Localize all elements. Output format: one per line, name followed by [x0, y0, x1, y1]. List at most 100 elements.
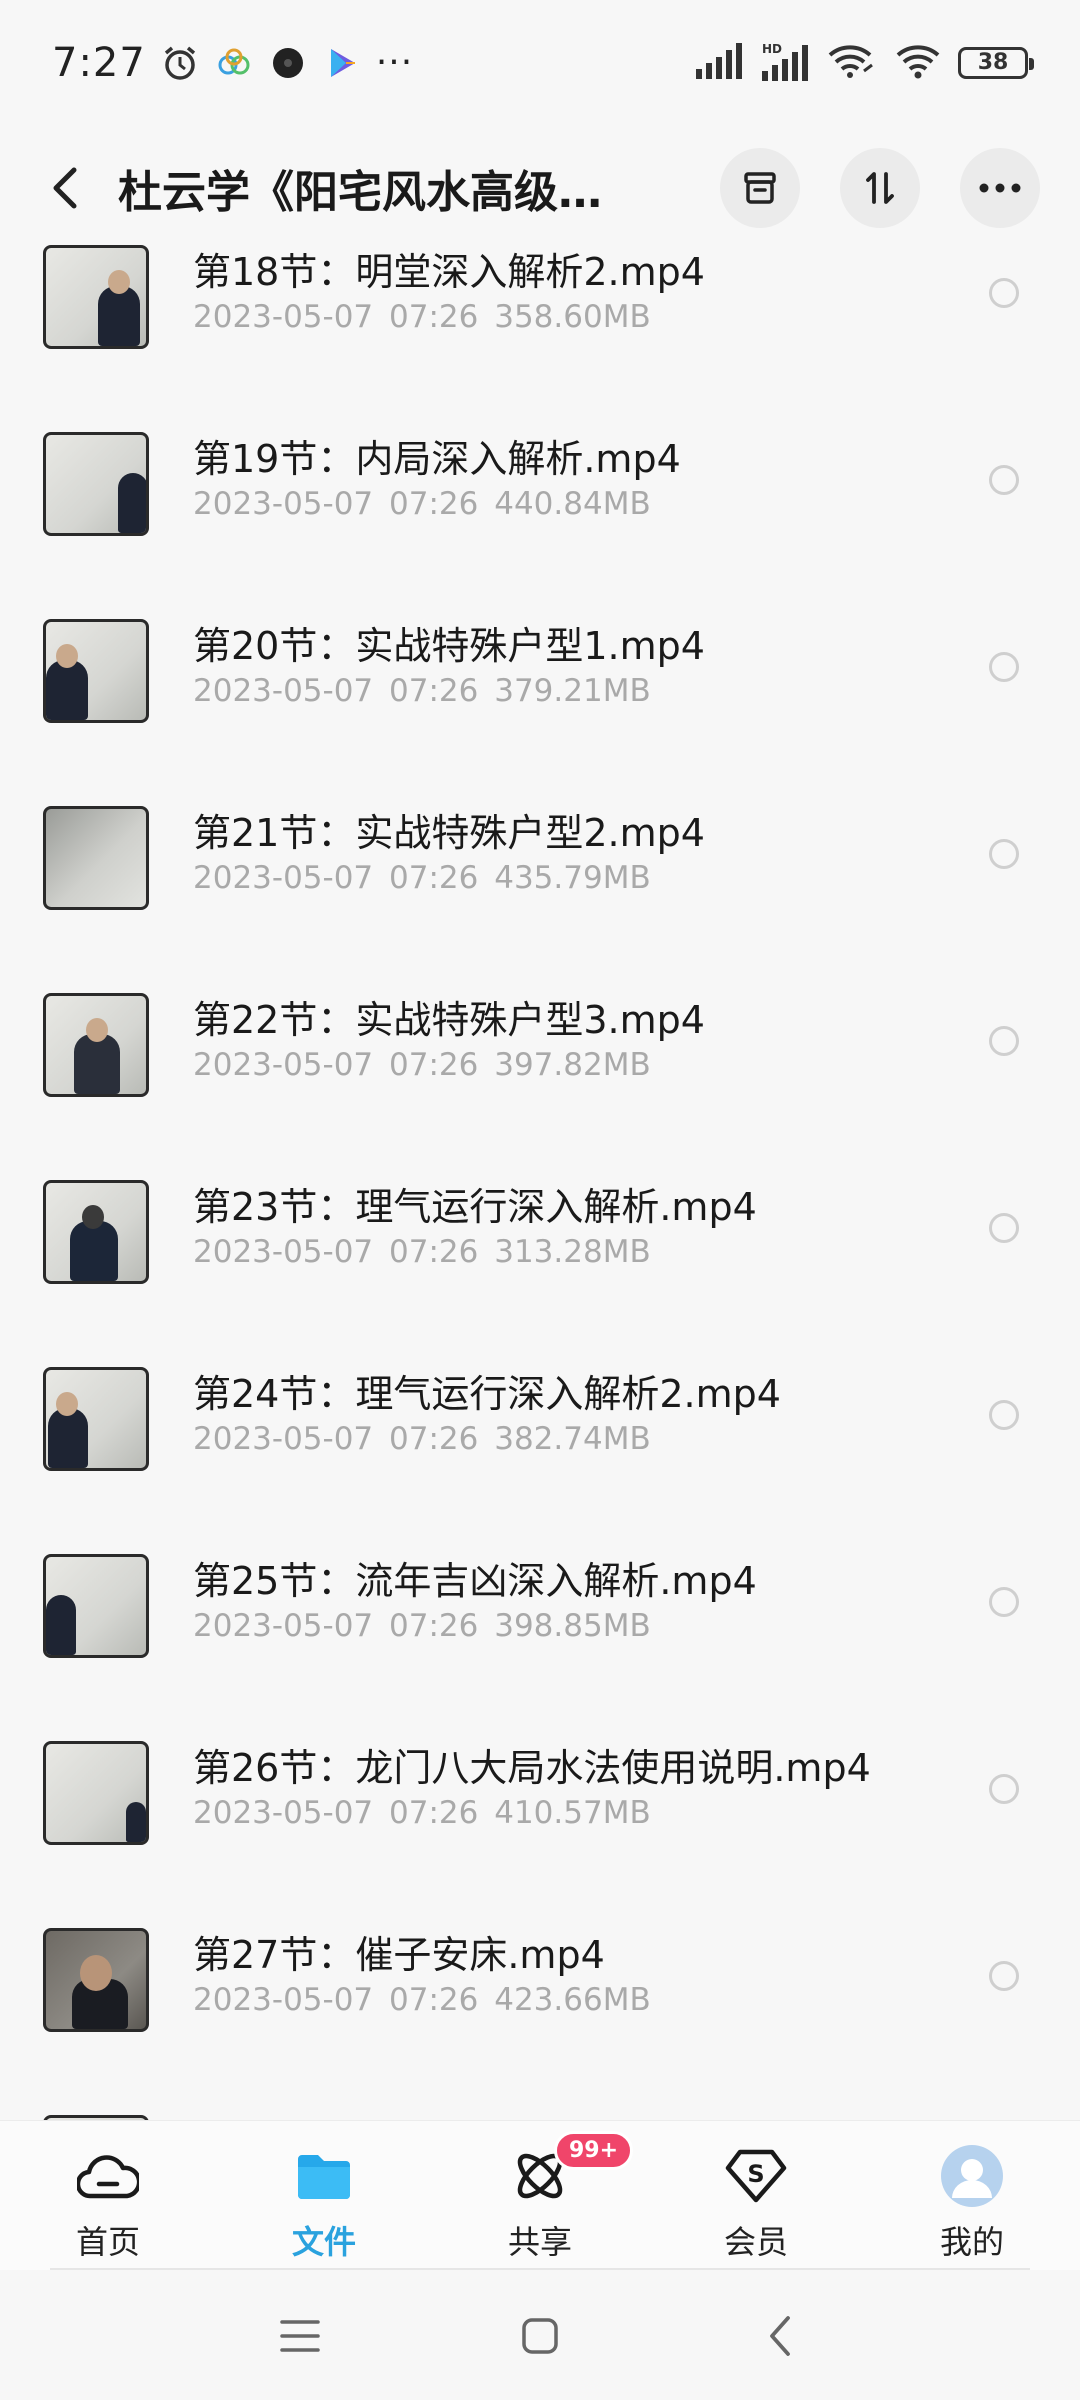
app-icon-2: [268, 43, 308, 83]
file-row-partial[interactable]: [0, 2105, 1080, 2120]
file-name: 第24节：理气运行深入解析2.mp4: [193, 1372, 781, 1416]
back-button[interactable]: [40, 158, 90, 218]
svg-text:S: S: [747, 2160, 764, 2188]
file-row[interactable]: 第19节：内局深入解析.mp4 2023-05-07 07:26 440.84M…: [0, 422, 1080, 609]
select-checkbox[interactable]: [989, 1774, 1019, 1804]
file-meta: 2023-05-07 07:26 423.66MB: [193, 1982, 651, 2018]
file-row[interactable]: 第22节：实战特殊户型3.mp4 2023-05-07 07:26 397.82…: [0, 983, 1080, 1170]
svg-text:HD: HD: [762, 42, 782, 56]
status-more: ···: [375, 42, 414, 83]
file-meta: 2023-05-07 07:26 397.82MB: [193, 1047, 651, 1083]
page-title: 杜云学《阳宅风水高级…: [118, 166, 602, 218]
video-thumbnail: [43, 1741, 149, 1845]
select-checkbox[interactable]: [989, 1961, 1019, 1991]
file-name: 第23节：理气运行深入解析.mp4: [193, 1185, 757, 1229]
wifi-icon: [894, 41, 942, 85]
nav-mine-label: 我的: [939, 2223, 1004, 2261]
nav-divider: [50, 2268, 1030, 2270]
more-icon: [979, 183, 1021, 192]
file-row[interactable]: 第23节：理气运行深入解析.mp4 2023-05-07 07:26 313.2…: [0, 1170, 1080, 1357]
alarm-icon: [160, 43, 200, 83]
file-meta: 2023-05-07 07:26 435.79MB: [193, 860, 651, 896]
file-row[interactable]: 第24节：理气运行深入解析2.mp4 2023-05-07 07:26 382.…: [0, 1357, 1080, 1544]
file-name: 第26节：龙门八大局水法使用说明.mp4: [193, 1746, 871, 1790]
cloud-home-icon: [75, 2143, 141, 2209]
battery-icon: 38: [958, 46, 1034, 79]
video-thumbnail: [43, 432, 149, 536]
file-name: 第21节：实战特殊户型2.mp4: [193, 811, 705, 855]
file-name: 第27节：催子安床.mp4: [193, 1933, 605, 1977]
avatar-icon: [939, 2143, 1005, 2209]
status-time: 7:27: [52, 39, 146, 86]
file-meta: 2023-05-07 07:26 440.84MB: [193, 486, 651, 522]
video-thumbnail: [43, 993, 149, 1097]
file-row[interactable]: 第27节：催子安床.mp4 2023-05-07 07:26 423.66MB: [0, 1918, 1080, 2105]
home-button[interactable]: [510, 2306, 570, 2366]
video-thumbnail: [43, 1928, 149, 2032]
video-thumbnail: [43, 619, 149, 723]
video-thumbnail: [43, 1554, 149, 1658]
app-icon-1: [214, 43, 254, 83]
file-row[interactable]: 第21节：实战特殊户型2.mp4 2023-05-07 07:26 435.79…: [0, 796, 1080, 983]
file-meta: 2023-05-07 07:26 410.57MB: [193, 1795, 651, 1831]
file-name: 第25节：流年吉凶深入解析.mp4: [193, 1559, 757, 1603]
back-arrow-icon: [53, 167, 77, 208]
folder-icon: [291, 2143, 357, 2209]
file-list: 第18节：明堂深入解析2.mp4 2023-05-07 07:26 358.60…: [0, 235, 1080, 2120]
signal-icon: [694, 42, 744, 83]
system-nav-bar: [0, 2272, 1080, 2400]
recent-apps-button[interactable]: [270, 2306, 330, 2366]
file-row[interactable]: 第18节：明堂深入解析2.mp4 2023-05-07 07:26 358.60…: [0, 235, 1080, 422]
select-checkbox[interactable]: [989, 652, 1019, 682]
more-button[interactable]: [960, 147, 1040, 228]
file-meta: 2023-05-07 07:26 382.74MB: [193, 1421, 651, 1457]
hd-signal-icon: HD: [760, 41, 810, 85]
file-name: 第19节：内局深入解析.mp4: [193, 437, 681, 481]
file-name: 第22节：实战特殊户型3.mp4: [193, 998, 705, 1042]
file-meta: 2023-05-07 07:26 358.60MB: [193, 299, 651, 335]
select-checkbox[interactable]: [989, 839, 1019, 869]
system-back-button[interactable]: [750, 2306, 810, 2366]
header-bar: 杜云学《阳宅风水高级…: [0, 125, 1080, 250]
select-checkbox[interactable]: [989, 465, 1019, 495]
select-checkbox[interactable]: [989, 1026, 1019, 1056]
file-meta: 2023-05-07 07:26 398.85MB: [193, 1608, 651, 1644]
video-thumbnail: [43, 1367, 149, 1471]
nav-files[interactable]: 文件: [216, 2121, 432, 2270]
select-checkbox[interactable]: [989, 278, 1019, 308]
select-checkbox[interactable]: [989, 1587, 1019, 1617]
wifi-link-icon: [826, 41, 878, 85]
nav-mine[interactable]: 我的: [864, 2121, 1080, 2270]
nav-home-label: 首页: [75, 2223, 140, 2261]
video-thumbnail: [43, 806, 149, 910]
play-store-icon: [322, 43, 362, 83]
archive-icon: [744, 171, 776, 204]
file-row[interactable]: 第20节：实战特殊户型1.mp4 2023-05-07 07:26 379.21…: [0, 609, 1080, 796]
nav-vip[interactable]: S 会员: [648, 2121, 864, 2270]
nav-home[interactable]: 首页: [0, 2121, 216, 2270]
square-home-icon: [522, 2318, 558, 2354]
video-thumbnail: [43, 1180, 149, 1284]
select-checkbox[interactable]: [989, 1400, 1019, 1430]
nav-share[interactable]: 99+ 共享: [432, 2121, 648, 2270]
archive-button[interactable]: [720, 147, 800, 228]
notification-badge: 99+: [554, 2131, 634, 2170]
file-meta: 2023-05-07 07:26 379.21MB: [193, 673, 651, 709]
vip-s-icon: S: [723, 2143, 789, 2209]
select-checkbox[interactable]: [989, 1213, 1019, 1243]
sort-icon: [866, 171, 894, 204]
nav-vip-label: 会员: [723, 2223, 788, 2261]
file-row[interactable]: 第26节：龙门八大局水法使用说明.mp4 2023-05-07 07:26 41…: [0, 1731, 1080, 1918]
status-bar: 7:27 ··· HD 38: [0, 0, 1080, 125]
file-name: 第20节：实战特殊户型1.mp4: [193, 624, 705, 668]
nav-share-label: 共享: [507, 2223, 572, 2261]
video-thumbnail: [43, 245, 149, 349]
file-row[interactable]: 第25节：流年吉凶深入解析.mp4 2023-05-07 07:26 398.8…: [0, 1544, 1080, 1731]
file-meta: 2023-05-07 07:26 313.28MB: [193, 1234, 651, 1270]
chevron-left-icon: [770, 2316, 790, 2356]
file-name: 第18节：明堂深入解析2.mp4: [193, 250, 705, 294]
menu-icon: [280, 2320, 320, 2352]
nav-files-label: 文件: [291, 2223, 356, 2261]
sort-button[interactable]: [840, 147, 920, 228]
bottom-nav: 首页 文件 99+ 共享 S 会员 我的: [0, 2120, 1080, 2270]
